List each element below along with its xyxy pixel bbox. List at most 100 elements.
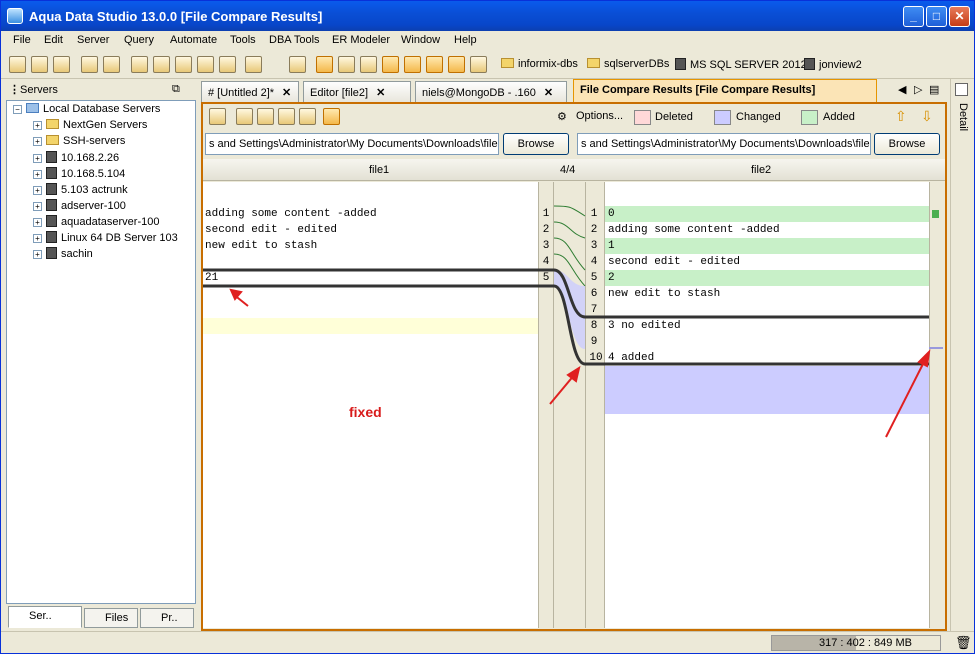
expand-icon[interactable]: + — [33, 121, 42, 130]
tab-mongodb[interactable]: niels@MongoDB - .160 ✕ — [415, 81, 567, 102]
query-builder-icon[interactable] — [175, 56, 192, 73]
title-bar[interactable]: Aqua Data Studio 13.0.0 [File Compare Re… — [1, 1, 974, 31]
detail-panel-icon[interactable] — [955, 83, 968, 96]
scroll-tabs-left-icon[interactable]: ◀ — [898, 83, 906, 96]
file-compare-panel: ⚙ Options... Deleted Changed Added ⇧ ⇩ s… — [201, 102, 947, 631]
database-servers-icon — [26, 103, 39, 113]
compare-icon[interactable] — [382, 56, 399, 73]
expand-icon[interactable]: + — [33, 186, 42, 195]
import-icon[interactable] — [245, 56, 262, 73]
server-icon — [46, 247, 57, 259]
menu-dba-tools[interactable]: DBA Tools — [269, 34, 320, 46]
expand-icon[interactable]: + — [33, 137, 42, 146]
export-icon[interactable] — [219, 56, 236, 73]
expand-icon[interactable]: + — [33, 202, 42, 211]
connect-icon[interactable] — [81, 56, 98, 73]
form-view-icon[interactable] — [338, 56, 355, 73]
server-tree[interactable]: − Local Database Servers + NextGen Servers… — [6, 100, 196, 604]
close-tab-icon[interactable]: ✕ — [376, 87, 385, 99]
tree-item-server[interactable]: + sachin — [33, 247, 93, 260]
main-toolbar: informix-dbs sqlserverDBs MS SQL SERVER … — [1, 51, 974, 79]
tree-item-server[interactable]: + aquadataserver-100 — [33, 215, 159, 228]
tab-file-compare-results[interactable]: File Compare Results [File Compare Resul… — [573, 79, 877, 102]
menu-edit[interactable]: Edit — [44, 34, 63, 46]
close-tab-icon[interactable]: ✕ — [544, 87, 553, 99]
server-icon — [804, 58, 815, 70]
grid-view-icon[interactable] — [316, 56, 333, 73]
diff-icon[interactable] — [404, 56, 421, 73]
expand-icon[interactable]: + — [33, 170, 42, 179]
menu-window[interactable]: Window — [401, 34, 440, 46]
expand-icon[interactable]: + — [33, 234, 42, 243]
tree-item-server[interactable]: +10.168.2.26 — [33, 151, 119, 164]
editor-area: # [Untitled 2]* ✕ Editor [file2] ✕ niels@M… — [201, 79, 947, 631]
detail-side-panel[interactable]: Detail — [950, 79, 972, 631]
minimize-button[interactable]: _ — [903, 6, 924, 27]
server-icon — [46, 199, 57, 211]
scroll-tabs-right-icon[interactable]: ▷ — [914, 83, 922, 96]
tab-editor-file2[interactable]: Editor [file2] ✕ — [303, 81, 411, 102]
menu-er-modeler[interactable]: ER Modeler — [332, 34, 390, 46]
refresh-server-icon[interactable] — [53, 56, 70, 73]
tree-item-folder[interactable]: + SSH-servers — [33, 135, 125, 147]
close-button[interactable]: ✕ — [949, 6, 970, 27]
app-window: Aqua Data Studio 13.0.0 [File Compare Re… — [0, 0, 975, 654]
memory-indicator[interactable]: 317 : 402 : 849 MB — [771, 635, 941, 651]
file-compare-icon[interactable] — [426, 56, 443, 73]
table-data-icon[interactable] — [197, 56, 214, 73]
favorite-jonview2[interactable]: jonview2 — [804, 58, 862, 71]
detail-tab[interactable]: Detail — [957, 103, 969, 131]
expand-icon[interactable]: + — [33, 218, 42, 227]
tree-item-root[interactable]: − Local Database Servers — [13, 103, 160, 115]
tree-item-server[interactable]: + Linux 64 DB Server 103 — [33, 231, 178, 244]
query-analyzer-icon[interactable] — [153, 56, 170, 73]
servers-panel: ⋮ Servers ⧉ − Local Database Servers + Nex… — [6, 82, 196, 632]
grip-icon[interactable]: ⋮ — [9, 83, 20, 96]
expand-icon[interactable]: + — [33, 154, 42, 163]
folder-icon — [587, 58, 600, 68]
menu-automate[interactable]: Automate — [170, 34, 217, 46]
favorite-ms-sql-server[interactable]: MS SQL SERVER 2012 — [675, 58, 807, 71]
server-icon — [675, 58, 686, 70]
favorite-sqlserverdbs[interactable]: sqlserverDBs — [587, 58, 669, 70]
menu-query[interactable]: Query — [124, 34, 154, 46]
edit-server-icon[interactable] — [31, 56, 48, 73]
tab-servers[interactable]: Ser.. — [8, 606, 82, 628]
tab-untitled-2[interactable]: # [Untitled 2]* ✕ — [201, 81, 299, 102]
maximize-button[interactable]: □ — [926, 6, 947, 27]
collapse-icon[interactable]: − — [13, 105, 22, 114]
menu-bar: File Edit Server Query Automate Tools DB… — [1, 31, 974, 51]
query-window-icon[interactable] — [131, 56, 148, 73]
tree-item-server[interactable]: + adserver-100 — [33, 199, 126, 212]
tab-list-icon[interactable]: ▤ — [929, 83, 939, 96]
schema-icon[interactable] — [360, 56, 377, 73]
servers-panel-tabs: Ser.. Files Pr.. — [6, 606, 196, 628]
tree-item-server[interactable]: +10.168.5.104 — [33, 167, 125, 180]
trash-icon[interactable]: 🗑 — [955, 635, 972, 651]
close-tab-icon[interactable]: ✕ — [282, 87, 291, 99]
folder-icon — [46, 119, 59, 129]
tab-projects[interactable]: Pr.. — [140, 608, 194, 628]
tree-item-server[interactable]: +5.103 actrunk — [33, 183, 128, 196]
merge-icon[interactable] — [448, 56, 465, 73]
expand-icon[interactable]: + — [33, 250, 42, 259]
document-tabs: # [Untitled 2]* ✕ Editor [file2] ✕ niels@M… — [201, 79, 947, 102]
menu-help[interactable]: Help — [454, 34, 477, 46]
menu-file[interactable]: File — [13, 34, 31, 46]
print-icon[interactable] — [289, 56, 306, 73]
tree-item-folder[interactable]: + NextGen Servers — [33, 119, 147, 131]
server-icon — [46, 183, 57, 195]
app-icon — [7, 8, 23, 24]
disconnect-icon[interactable] — [103, 56, 120, 73]
folder-icon — [46, 135, 59, 145]
diff-connectors — [203, 205, 931, 438]
server-icon — [46, 151, 57, 163]
new-server-icon[interactable] — [9, 56, 26, 73]
maximize-panel-icon[interactable]: ⧉ — [172, 83, 180, 96]
chart-icon[interactable] — [470, 56, 487, 73]
favorite-informix-dbs[interactable]: informix-dbs — [501, 58, 578, 70]
menu-server[interactable]: Server — [77, 34, 109, 46]
tab-files[interactable]: Files — [84, 608, 138, 628]
status-bar: 317 : 402 : 849 MB 🗑 — [1, 631, 974, 653]
menu-tools[interactable]: Tools — [230, 34, 256, 46]
